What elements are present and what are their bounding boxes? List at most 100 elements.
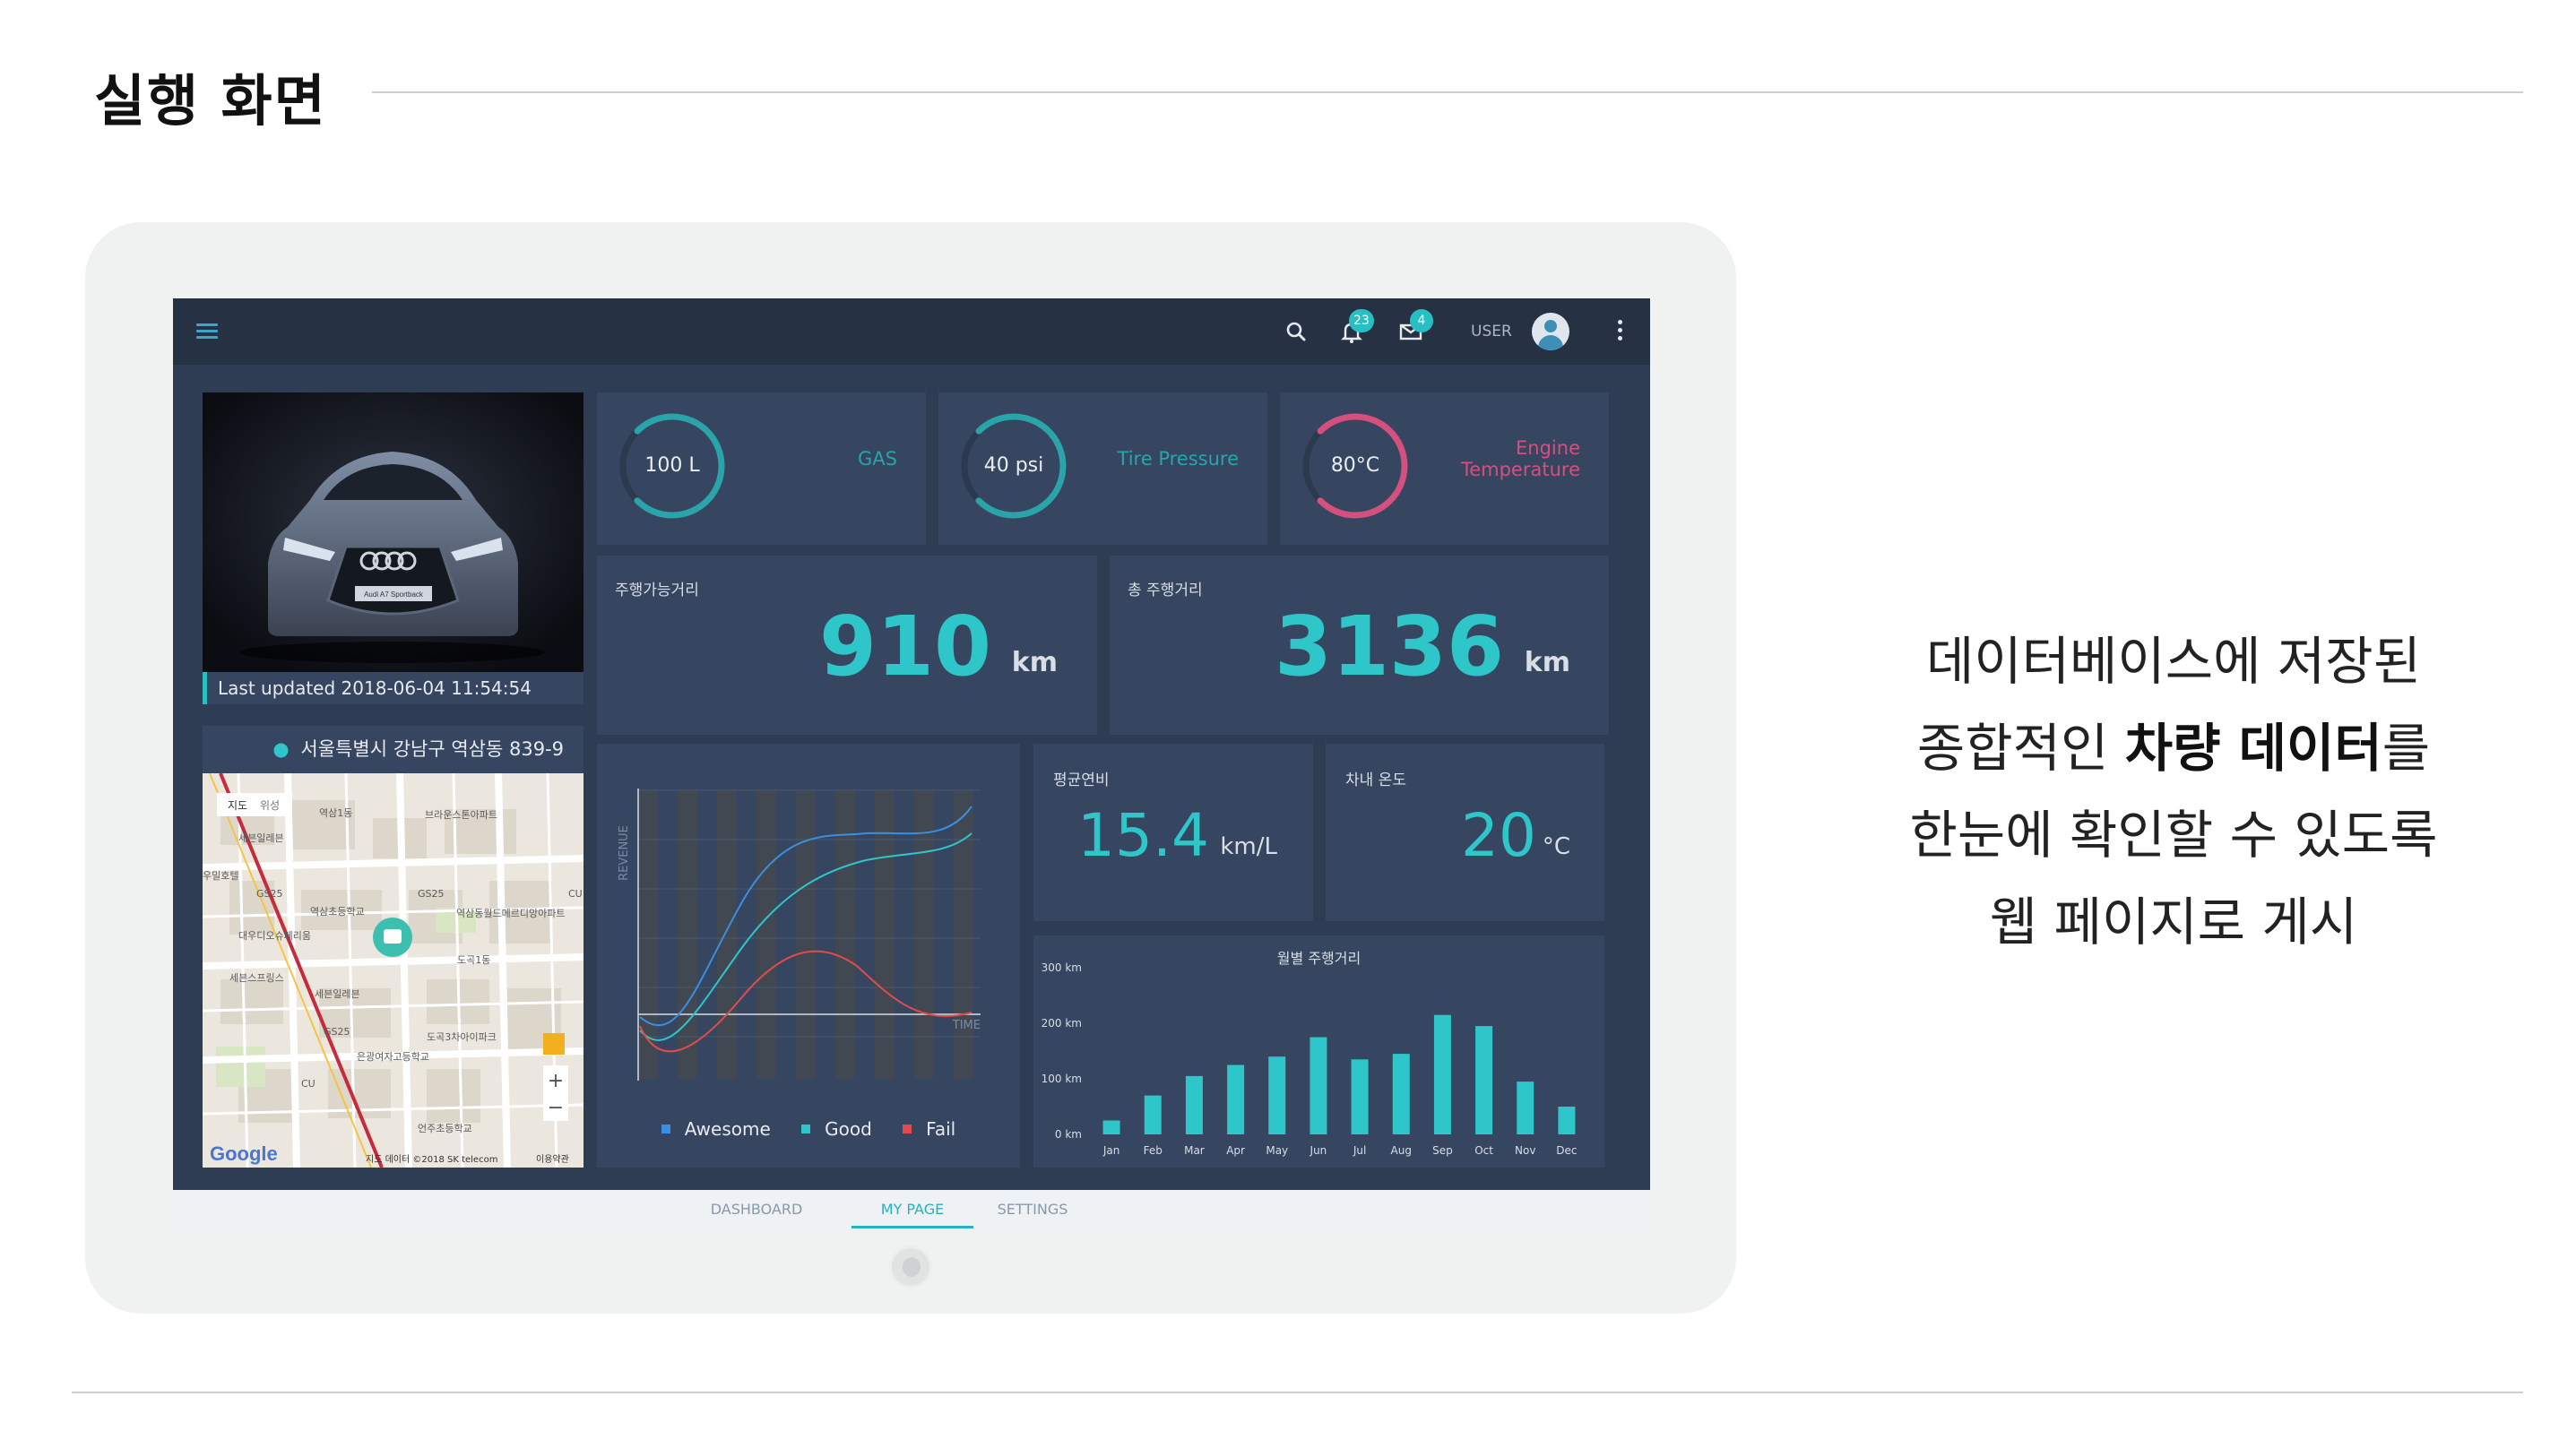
y-axis-label: REVENUE — [618, 825, 631, 881]
dashboard-screen: 23 4 USER Audi A7 Sportback Last updated… — [173, 298, 1650, 1190]
bar-may[interactable] — [1268, 1056, 1286, 1134]
legend-fail[interactable]: Fail — [903, 1118, 955, 1140]
title-divider — [372, 91, 2523, 93]
description-line-3: 한눈에 확인할 수 있도록 — [1909, 805, 2438, 866]
total-distance-unit: km — [1524, 647, 1570, 678]
zoom-in-button[interactable]: + — [548, 1070, 564, 1092]
total-distance-value: 3136 — [1274, 599, 1504, 694]
more-vertical-icon[interactable] — [1618, 320, 1623, 343]
revenue-chart: REVENUE TIME — [618, 789, 981, 1081]
slide: 실행 화면 23 4 USER Audi A7 Sportback Last u… — [0, 0, 2576, 1448]
bar-oct[interactable] — [1475, 1026, 1493, 1134]
total-distance-card: 총 주행거리 3136 km — [1110, 556, 1609, 735]
tab-settings[interactable]: SETTINGS — [983, 1201, 1082, 1218]
car-card: Audi A7 Sportback Last updated 2018-06-0… — [203, 392, 583, 704]
last-updated-value: 2018-06-04 11:54:54 — [341, 677, 532, 699]
chart-legend: Awesome Good Fail — [597, 1118, 1020, 1140]
home-button[interactable] — [889, 1245, 932, 1289]
range-value: 910 — [818, 599, 991, 694]
svg-text:역삼초등학교: 역삼초등학교 — [310, 906, 365, 918]
svg-text:역삼1동: 역삼1동 — [319, 807, 352, 819]
bar-jun[interactable] — [1310, 1037, 1327, 1135]
map-address: ● 서울특별시 강남구 역삼동 839-9 — [203, 726, 583, 773]
address-text: 서울특별시 강남구 역삼동 839-9 — [300, 738, 564, 760]
svg-text:세븐일레븐: 세븐일레븐 — [238, 832, 284, 844]
total-distance-label: 총 주행거리 — [1128, 582, 1203, 599]
svg-text:CU: CU — [568, 888, 583, 900]
description-line-1: 데이터베이스에 저장된 — [1925, 631, 2422, 692]
x-tick-label: Mar — [1184, 1144, 1205, 1157]
tire-label: Tire Pressure — [1117, 448, 1239, 470]
map-terms[interactable]: 이용약관 — [536, 1154, 569, 1165]
bar-feb[interactable] — [1144, 1095, 1162, 1134]
bar-aug[interactable] — [1392, 1054, 1410, 1134]
y-tick-label: 100 km — [1042, 1073, 1082, 1085]
legend-good[interactable]: Good — [801, 1118, 872, 1140]
engine-label-line2: Temperature — [1460, 459, 1580, 480]
svg-text:우밀호텔: 우밀호텔 — [203, 870, 238, 882]
user-label: USER — [1471, 323, 1512, 340]
range-unit: km — [1011, 647, 1058, 678]
tire-gauge-card: 40 psi Tire Pressure — [938, 392, 1267, 545]
fuel-efficiency-value: 15.4 — [1077, 801, 1209, 870]
range-card: 주행가능거리 910 km — [597, 556, 1097, 735]
svg-text:언주초등학교: 언주초등학교 — [418, 1123, 472, 1134]
search-icon[interactable] — [1283, 318, 1310, 345]
revenue-chart-card: REVENUE TIME Awesome Good Fail — [597, 744, 1020, 1168]
bar-jul[interactable] — [1351, 1059, 1369, 1134]
location-pin-icon: ● — [272, 738, 290, 760]
tire-value: 40 psi — [983, 454, 1044, 477]
gas-value: 100 L — [644, 454, 700, 477]
street-view-icon[interactable] — [543, 1033, 565, 1055]
y-tick-label: 200 km — [1042, 1017, 1082, 1030]
svg-text:은광여자고등학교: 은광여자고등학교 — [357, 1051, 429, 1063]
map-copyright: 지도 데이터 ©2018 SK telecom — [366, 1154, 497, 1165]
svg-text:세븐일레븐: 세븐일레븐 — [315, 987, 360, 1000]
bar-mar[interactable] — [1185, 1075, 1203, 1134]
x-tick-label: Jun — [1310, 1144, 1327, 1157]
bar-sep[interactable] — [1433, 1014, 1451, 1134]
avatar[interactable] — [1532, 313, 1569, 350]
legend-awesome[interactable]: Awesome — [661, 1118, 771, 1140]
svg-text:GS25: GS25 — [324, 1026, 350, 1038]
range-label: 주행가능거리 — [615, 582, 699, 599]
monthly-distance-chart: 0 km100 km200 km300 kmJan Feb Mar Apr May Jun… — [1042, 961, 1578, 1157]
x-tick-label: Feb — [1144, 1144, 1163, 1157]
tab-my-page[interactable]: MY PAGE — [860, 1201, 964, 1218]
y-tick-label: 0 km — [1055, 1128, 1082, 1141]
fuel-efficiency-card: 평균연비 15.4 km/L — [1033, 744, 1313, 921]
x-tick-label: Nov — [1515, 1144, 1535, 1157]
bottom-nav: DASHBOARD MY PAGE SETTINGS — [173, 1190, 1650, 1229]
car-image: Audi A7 Sportback — [203, 392, 583, 672]
top-bar: 23 4 USER — [173, 298, 1650, 365]
map-card: ● 서울특별시 강남구 역삼동 839-9 역삼1동 브라운스톤아파트 세븐일레… — [203, 726, 583, 1168]
slide-title: 실행 화면 — [94, 68, 327, 134]
map-tab-satellite[interactable]: 위성 — [260, 799, 280, 812]
x-tick-label: May — [1266, 1144, 1288, 1157]
engine-gauge-card: 80°C Engine Temperature — [1280, 392, 1609, 545]
active-tab-indicator — [851, 1226, 973, 1228]
bar-nov[interactable] — [1517, 1082, 1534, 1134]
bottom-divider — [72, 1392, 2523, 1393]
svg-text:CU: CU — [301, 1078, 316, 1090]
cabin-temp-label: 차내 온도 — [1345, 771, 1406, 789]
zoom-out-button[interactable]: − — [548, 1097, 564, 1119]
menu-icon[interactable] — [196, 323, 218, 340]
x-tick-label: Jul — [1353, 1144, 1366, 1157]
map-tab-map[interactable]: 지도 — [228, 799, 247, 812]
tab-dashboard[interactable]: DASHBOARD — [707, 1201, 806, 1218]
x-tick-label: Oct — [1474, 1144, 1493, 1157]
x-tick-label: Jan — [1102, 1144, 1120, 1157]
map-view[interactable]: 역삼1동 브라운스톤아파트 세븐일레븐 GS25 GS25 역삼초등학교 역삼동… — [203, 773, 583, 1168]
car-plate: Audi A7 Sportback — [364, 590, 424, 599]
notification-badge: 23 — [1349, 309, 1374, 332]
fuel-efficiency-label: 평균연비 — [1053, 771, 1110, 789]
engine-value: 80°C — [1330, 454, 1380, 477]
bar-dec[interactable] — [1558, 1107, 1576, 1134]
fuel-efficiency-unit: km/L — [1220, 833, 1277, 860]
bar-apr[interactable] — [1227, 1064, 1245, 1135]
gas-label: GAS — [858, 448, 897, 470]
x-tick-label: Dec — [1556, 1144, 1577, 1157]
bar-jan[interactable] — [1102, 1120, 1120, 1135]
description-line-4: 웹 페이지로 게시 — [1989, 892, 2358, 952]
